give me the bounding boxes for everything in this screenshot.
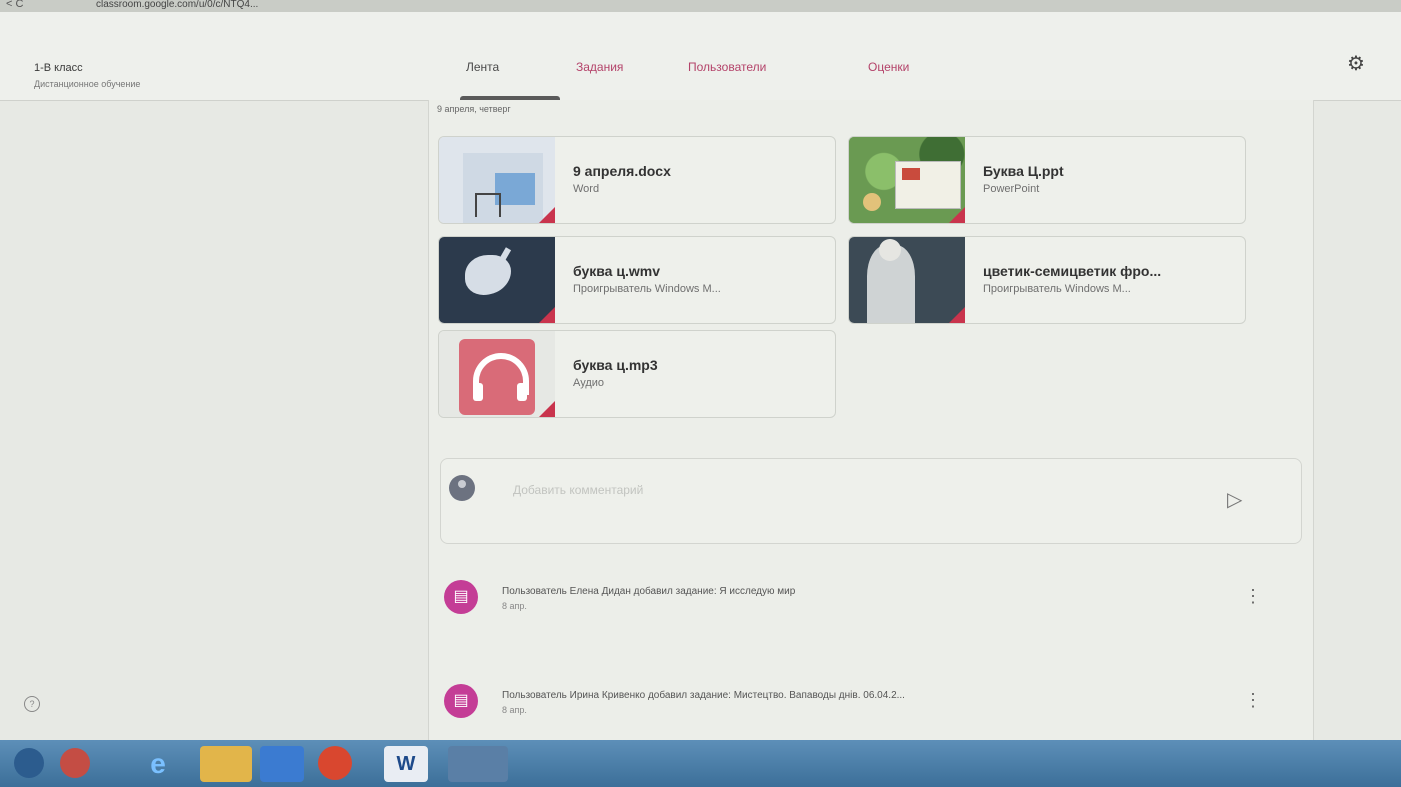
comment-input[interactable] [511, 479, 1215, 501]
video-thumbnail [849, 237, 965, 323]
ie-browser-icon[interactable]: e [138, 746, 178, 782]
address-bar[interactable]: classroom.google.com/u/0/c/NTQ4... [96, 0, 258, 10]
tab-stream[interactable]: Лента [460, 60, 560, 100]
docx-thumbnail [439, 137, 555, 223]
activity-text: Пользователь Елена Дидан добавил задание… [502, 586, 796, 597]
tab-stream-label: Лента [466, 60, 500, 74]
attachment-wmv-2[interactable]: цветик-семицветик фро... Проигрыватель W… [848, 236, 1246, 324]
media-app-icon[interactable] [60, 748, 90, 778]
ppt-thumbnail [849, 137, 965, 223]
activity-item[interactable]: ▤ Пользователь Ирина Кривенко добавил за… [440, 674, 1300, 736]
assignment-icon: ▤ [444, 684, 478, 718]
start-button[interactable] [14, 748, 44, 778]
media-player-icon[interactable] [260, 746, 304, 782]
attachment-mp3[interactable]: буква ц.mp3 Аудио [438, 330, 836, 418]
attachment-type: Проигрыватель Windows M... [573, 283, 721, 295]
activity-item[interactable]: ▤ Пользователь Елена Дидан добавил задан… [440, 570, 1300, 632]
assignment-icon: ▤ [444, 580, 478, 614]
attachment-wmv[interactable]: буква ц.wmv Проигрыватель Windows M... [438, 236, 836, 324]
taskbar: e W [0, 740, 1401, 787]
attachment-name: буква ц.wmv [573, 263, 660, 279]
tab-people[interactable]: Пользователи [688, 60, 766, 74]
attachment-type: Проигрыватель Windows M... [983, 283, 1131, 295]
word-app-icon[interactable]: W [384, 746, 428, 782]
chrome-icon[interactable] [318, 746, 352, 780]
settings-gear-icon[interactable]: ⚙ [1344, 52, 1368, 76]
browser-bar: < C classroom.google.com/u/0/c/NTQ4... [0, 0, 1401, 12]
course-subtitle: Дистанционное обучение [34, 79, 141, 89]
attachment-type: PowerPoint [983, 183, 1040, 195]
attachment-name: буква ц.mp3 [573, 357, 658, 373]
attachment-name: цветик-семицветик фро... [983, 263, 1162, 279]
tab-grades[interactable]: Оценки [868, 60, 909, 74]
video-thumbnail [439, 237, 555, 323]
more-options-icon[interactable]: ⋮ [1244, 690, 1262, 711]
attachment-type: Аудио [573, 377, 605, 389]
attachment-ppt[interactable]: Буква Ц.ppt PowerPoint [848, 136, 1246, 224]
tab-classwork[interactable]: Задания [576, 60, 623, 74]
activity-time: 8 апр. [502, 705, 527, 715]
folder-icon[interactable] [200, 746, 252, 782]
browser-nav[interactable]: < C [6, 0, 23, 10]
activity-time: 8 апр. [502, 601, 527, 611]
more-options-icon[interactable]: ⋮ [1244, 586, 1262, 607]
attachment-type: Word [573, 183, 600, 195]
attachment-name: 9 апреля.docx [573, 163, 671, 179]
help-icon[interactable]: ? [24, 696, 40, 712]
window-app-icon[interactable] [448, 746, 508, 782]
comment-box: ▷ [440, 458, 1302, 544]
send-icon[interactable]: ▷ [1227, 487, 1242, 512]
post-date: 9 апреля, четверг [437, 104, 511, 114]
user-avatar [449, 475, 475, 501]
activity-text: Пользователь Ирина Кривенко добавил зада… [502, 690, 905, 701]
audio-thumbnail [439, 331, 555, 417]
attachment-name: Буква Ц.ppt [983, 163, 1064, 179]
classroom-header: 1-В класс Дистанционное обучение Лента З… [0, 12, 1401, 101]
course-title[interactable]: 1-В класс [34, 62, 83, 74]
attachment-docx[interactable]: 9 апреля.docx Word [438, 136, 836, 224]
